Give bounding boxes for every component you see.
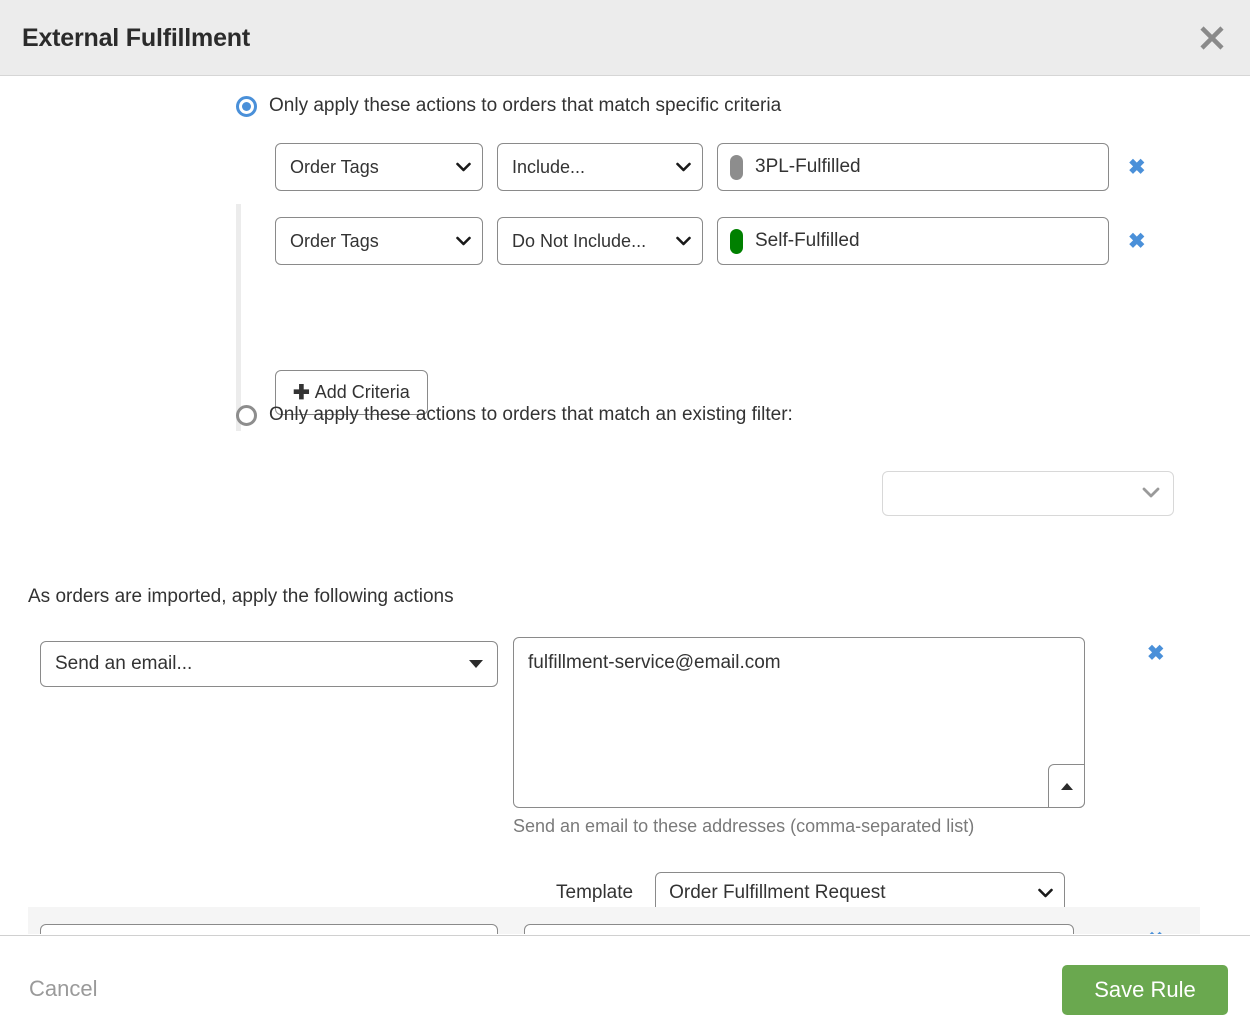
criteria-row: Order Tags Include... 3PL-Fulfilled ✖: [275, 143, 1146, 191]
chevron-down-icon: [676, 236, 691, 246]
page-title: External Fulfillment: [22, 24, 250, 52]
triangle-up-icon: [1060, 782, 1073, 790]
template-label: Template: [556, 882, 634, 903]
criteria-tag-input-1-value: 3PL-Fulfilled: [755, 156, 861, 177]
chevron-down-icon: [1142, 485, 1160, 503]
tag-color-swatch: [730, 228, 743, 254]
radio-specific-criteria-indicator[interactable]: [236, 95, 257, 117]
criteria-tag-input-1[interactable]: 3PL-Fulfilled: [717, 143, 1109, 191]
close-icon-glyph: [1200, 26, 1224, 50]
textarea-collapse-button[interactable]: [1048, 764, 1085, 808]
chevron-down-icon: [456, 162, 471, 172]
criteria-row: Order Tags Do Not Include... Self-Fulfil…: [275, 217, 1146, 265]
add-criteria-button-label: Add Criteria: [314, 382, 410, 402]
tag-color-swatch: [730, 154, 743, 180]
action-type-select-email-value: Send an email...: [55, 653, 193, 674]
criteria-tag-input-2[interactable]: Self-Fulfilled: [717, 217, 1109, 265]
modal-body: Only apply these actions to orders that …: [0, 77, 1250, 934]
close-icon[interactable]: [1194, 20, 1230, 56]
radio-option-specific-criteria[interactable]: Only apply these actions to orders that …: [236, 95, 781, 117]
modal-footer: Cancel Save Rule: [0, 935, 1250, 1031]
email-helper-text: Send an email to these addresses (comma-…: [513, 816, 975, 836]
criteria-field-select-2[interactable]: Order Tags: [275, 217, 483, 265]
delete-action-button-note[interactable]: ✖: [1147, 930, 1165, 934]
chevron-down-icon: [1038, 888, 1053, 898]
radio-specific-criteria-label: Only apply these actions to orders that …: [269, 95, 782, 116]
existing-filter-select[interactable]: [882, 471, 1174, 516]
plus-icon: ✚: [293, 382, 310, 404]
criteria-group-rail: [236, 204, 241, 431]
action-row-internal-note: Add an Internal Note... Fulfilled by 3PL…: [28, 907, 1200, 934]
action-type-select-email[interactable]: Send an email...: [40, 641, 498, 687]
criteria-operator-select-2[interactable]: Do Not Include...: [497, 217, 703, 265]
action-type-select-note[interactable]: Add an Internal Note...: [40, 924, 498, 934]
criteria-field-select-2-value: Order Tags: [290, 230, 379, 251]
save-rule-button[interactable]: Save Rule: [1062, 965, 1228, 1015]
actions-section-heading: As orders are imported, apply the follow…: [28, 586, 454, 607]
criteria-tag-input-2-value: Self-Fulfilled: [755, 230, 860, 251]
template-select-value: Order Fulfillment Request: [669, 882, 886, 903]
radio-option-existing-filter[interactable]: Only apply these actions to orders that …: [236, 404, 793, 426]
email-addresses-value: fulfillment-service@email.com: [528, 652, 781, 673]
delete-criteria-button-1[interactable]: ✖: [1128, 157, 1146, 178]
criteria-operator-select-2-value: Do Not Include...: [512, 230, 647, 251]
chevron-down-icon: [456, 236, 471, 246]
delete-action-button-email[interactable]: ✖: [1147, 643, 1165, 664]
cancel-button[interactable]: Cancel: [29, 976, 97, 1002]
chevron-down-icon: [676, 162, 691, 172]
radio-existing-filter-label: Only apply these actions to orders that …: [269, 404, 793, 425]
criteria-operator-select-1[interactable]: Include...: [497, 143, 703, 191]
triangle-down-icon: [469, 660, 483, 668]
modal-header: External Fulfillment: [0, 0, 1250, 76]
radio-existing-filter-indicator[interactable]: [236, 404, 257, 426]
delete-criteria-button-2[interactable]: ✖: [1128, 231, 1146, 252]
criteria-field-select-1-value: Order Tags: [290, 156, 379, 177]
criteria-operator-select-1-value: Include...: [512, 156, 586, 177]
internal-note-textarea[interactable]: Fulfilled by 3PL: [524, 924, 1074, 934]
email-addresses-textarea[interactable]: fulfillment-service@email.com: [513, 637, 1085, 808]
criteria-field-select-1[interactable]: Order Tags: [275, 143, 483, 191]
